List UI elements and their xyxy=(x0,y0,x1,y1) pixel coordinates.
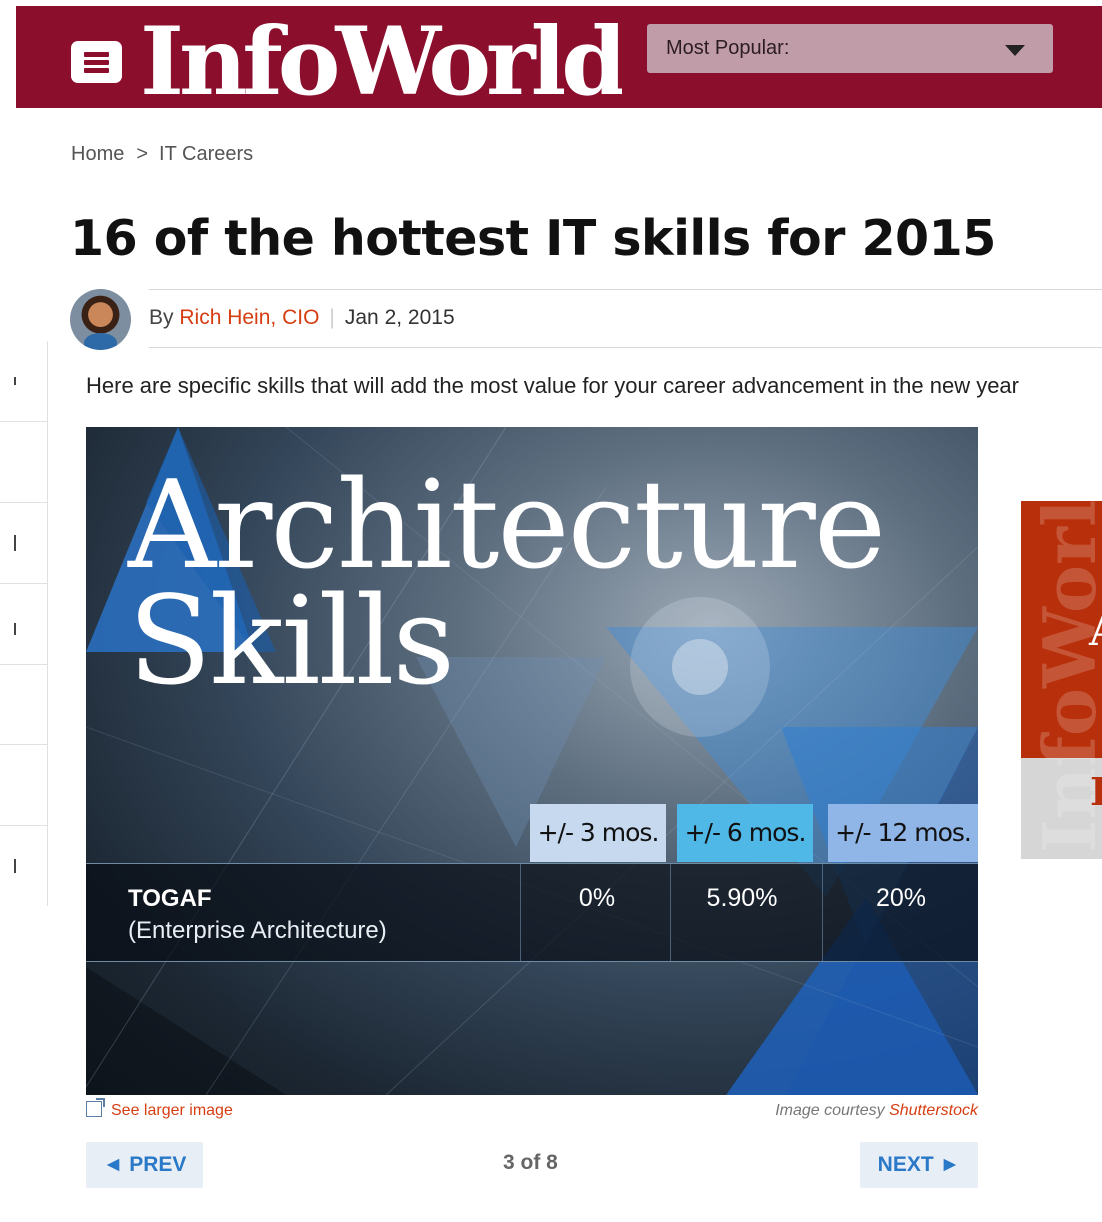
author-link[interactable]: Rich Hein, CIO xyxy=(179,306,319,329)
external-link-icon xyxy=(86,1098,105,1117)
column-header-3mos: +/- 3 mos. xyxy=(530,804,666,862)
column-divider xyxy=(520,863,521,961)
rail-divider xyxy=(0,421,47,422)
breadcrumb-home[interactable]: Home xyxy=(71,143,124,166)
next-button[interactable]: NEXT ► xyxy=(860,1142,978,1188)
byline-by: By xyxy=(149,306,174,329)
page-title: 16 of the hottest IT skills for 2015 xyxy=(70,210,996,267)
slide-current: 3 xyxy=(503,1151,515,1174)
column-divider xyxy=(822,863,823,961)
share-icon[interactable] xyxy=(14,859,16,873)
row-divider xyxy=(86,863,978,864)
slide-title-line2: Skills xyxy=(128,570,455,712)
chevron-down-icon xyxy=(1005,45,1025,56)
image-credit: Image courtesy Shutterstock xyxy=(775,1102,978,1120)
hamburger-icon-bar xyxy=(84,60,109,65)
prev-button[interactable]: ◄ PREV xyxy=(86,1142,203,1188)
divider xyxy=(149,289,1102,290)
column-header-6mos: +/- 6 mos. xyxy=(677,804,813,862)
publish-date: Jan 2, 2015 xyxy=(344,306,455,329)
most-popular-dropdown[interactable]: Most Popular: xyxy=(647,24,1053,73)
share-icon[interactable] xyxy=(14,623,16,635)
slide-image[interactable]: Architecture Skills +/- 3 mos. +/- 6 mos… xyxy=(86,427,978,1095)
ad-letter: I xyxy=(1090,769,1102,814)
byline-separator: | xyxy=(329,306,335,329)
menu-button[interactable] xyxy=(71,41,122,83)
author-avatar[interactable] xyxy=(70,289,131,350)
breadcrumb-section[interactable]: IT Careers xyxy=(159,143,253,166)
skill-name: TOGAF xyxy=(128,885,212,912)
value-3mos: 0% xyxy=(578,884,616,912)
article-dek: Here are specific skills that will add t… xyxy=(86,373,1019,398)
value-12mos: 20% xyxy=(875,884,927,912)
rail-divider xyxy=(0,502,47,503)
hamburger-icon xyxy=(84,52,109,57)
value-6mos: 5.90% xyxy=(706,884,778,912)
share-icon[interactable] xyxy=(14,535,16,551)
hamburger-icon-bar xyxy=(84,68,109,73)
column-header-12mos: +/- 12 mos. xyxy=(828,804,978,862)
slide-counter: 3 of 8 xyxy=(503,1151,558,1175)
row-divider xyxy=(86,961,978,962)
breadcrumb: Home > IT Careers xyxy=(71,143,253,166)
share-icon[interactable] xyxy=(14,377,16,385)
byline: By Rich Hein, CIO | Jan 2, 2015 xyxy=(149,306,455,330)
breadcrumb-separator: > xyxy=(136,143,149,165)
site-logo[interactable]: InfoWorld xyxy=(140,0,622,108)
divider xyxy=(149,347,1102,348)
rail-divider xyxy=(0,825,47,826)
slide-total: of 8 xyxy=(520,1151,558,1174)
credit-source-link[interactable]: Shutterstock xyxy=(889,1102,978,1119)
see-larger-label: See larger image xyxy=(111,1102,233,1119)
ad-letter: A xyxy=(1089,605,1102,656)
see-larger-image-link[interactable]: See larger image xyxy=(86,1098,233,1120)
avatar-shirt xyxy=(84,333,117,350)
skill-subtitle: (Enterprise Architecture) xyxy=(128,917,387,944)
column-divider xyxy=(670,863,671,961)
rail-divider xyxy=(0,664,47,665)
slide-title: Architecture Skills xyxy=(128,464,886,712)
rail-divider xyxy=(0,744,47,745)
share-rail xyxy=(0,341,48,906)
rail-divider xyxy=(0,583,47,584)
sidebar-ad[interactable]: InfoWorld A I xyxy=(1021,501,1102,859)
credit-prefix: Image courtesy xyxy=(775,1102,885,1119)
most-popular-label: Most Popular: xyxy=(666,37,790,59)
